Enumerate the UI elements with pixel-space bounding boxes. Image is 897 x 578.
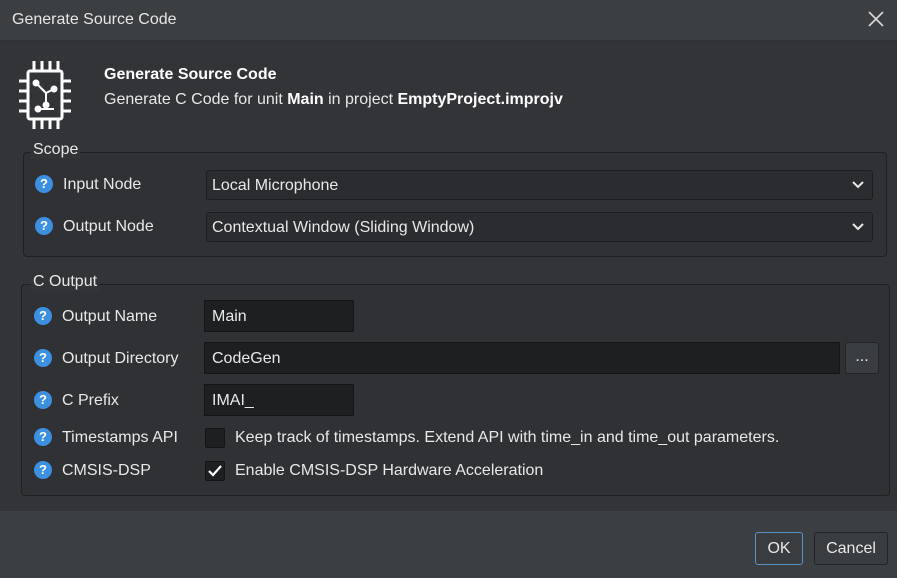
cmsis-dsp-checkbox[interactable] <box>205 461 225 481</box>
help-icon[interactable]: ? <box>34 461 52 479</box>
c-prefix-value: IMAI_ <box>212 392 254 409</box>
dialog-subheading: Generate C Code for unit Main in project… <box>104 91 563 109</box>
output-name-input[interactable]: Main <box>204 300 354 332</box>
c-prefix-label: C Prefix <box>62 392 119 409</box>
timestamps-checkbox-text: Keep track of timestamps. Extend API wit… <box>235 429 780 446</box>
c-output-group-label: C Output <box>31 273 100 291</box>
title-bar: Generate Source Code <box>0 0 897 41</box>
dialog-heading: Generate Source Code <box>104 66 277 83</box>
subheading-prefix: Generate C Code for unit <box>104 91 288 108</box>
scope-group-label: Scope <box>31 141 81 159</box>
output-directory-input[interactable]: CodeGen <box>204 342 840 374</box>
help-icon[interactable]: ? <box>34 428 52 446</box>
help-icon[interactable]: ? <box>34 391 52 409</box>
output-node-value: Contextual Window (Sliding Window) <box>212 219 475 236</box>
c-prefix-input[interactable]: IMAI_ <box>204 384 354 416</box>
output-directory-label: Output Directory <box>62 350 179 367</box>
chevron-down-icon <box>852 181 864 189</box>
input-node-select[interactable]: Local Microphone <box>206 170 873 200</box>
checkmark-icon <box>208 465 222 477</box>
unit-name: Main <box>287 91 324 108</box>
output-name-label: Output Name <box>62 308 158 325</box>
project-name: EmptyProject.improjv <box>397 91 563 108</box>
timestamps-api-label: Timestamps API <box>62 429 178 446</box>
output-name-value: Main <box>212 308 247 325</box>
window-title: Generate Source Code <box>12 11 177 28</box>
cancel-button[interactable]: Cancel <box>814 532 888 565</box>
help-icon[interactable]: ? <box>34 307 52 325</box>
ok-button[interactable]: OK <box>755 532 803 565</box>
cmsis-dsp-checkbox-text: Enable CMSIS-DSP Hardware Acceleration <box>235 462 544 479</box>
output-node-label: Output Node <box>63 218 154 235</box>
browse-button[interactable]: ... <box>845 342 879 374</box>
output-directory-value: CodeGen <box>212 350 281 367</box>
input-node-label: Input Node <box>63 176 142 193</box>
help-icon[interactable]: ? <box>34 349 52 367</box>
circuit-chip-icon <box>19 61 71 129</box>
chevron-down-icon <box>852 223 864 231</box>
cmsis-dsp-label: CMSIS-DSP <box>62 462 151 479</box>
close-icon[interactable] <box>865 8 887 30</box>
help-icon[interactable]: ? <box>35 217 53 235</box>
help-icon[interactable]: ? <box>35 175 53 193</box>
subheading-middle: in project <box>323 91 398 108</box>
timestamps-checkbox[interactable] <box>205 428 225 448</box>
output-node-select[interactable]: Contextual Window (Sliding Window) <box>206 212 873 242</box>
input-node-value: Local Microphone <box>212 177 339 194</box>
